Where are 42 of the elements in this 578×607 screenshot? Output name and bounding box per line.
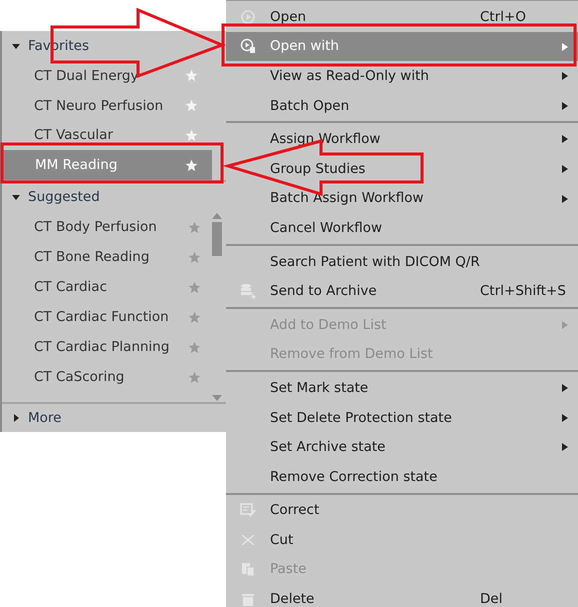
- menu-item[interactable]: Batch Open: [226, 90, 578, 120]
- triangle-icon: [12, 414, 20, 422]
- menu-item[interactable]: Cancel Workflow: [226, 213, 578, 243]
- workflow-item[interactable]: CT Cardiac Function: [2, 302, 211, 332]
- workflow-item[interactable]: CT Cardiac Planning: [2, 332, 211, 362]
- shortcut-text: Del: [480, 591, 504, 607]
- menu-item[interactable]: Batch Assign Workflow: [226, 184, 578, 214]
- scroll-thumb[interactable]: [212, 222, 222, 256]
- database-icon: [240, 283, 256, 300]
- workflow-item[interactable]: CT Vascular: [2, 120, 212, 150]
- menu-item[interactable]: Assign Workflow: [226, 124, 578, 154]
- workflow-item[interactable]: CT CaScoring: [2, 362, 211, 392]
- edit-icon: [240, 502, 256, 518]
- triangle-icon: [12, 193, 20, 202]
- scroll-down-icon: [211, 394, 223, 402]
- section-header[interactable]: Suggested: [2, 182, 226, 212]
- workflow-item[interactable]: CT Dual Energy: [2, 60, 212, 91]
- menu-item[interactable]: Set Archive state: [226, 432, 578, 462]
- menu-item[interactable]: Delete Del: [226, 584, 578, 607]
- play-document-icon: [240, 38, 256, 54]
- workflow-item[interactable]: CT Neuro Perfusion: [2, 90, 212, 121]
- workflow-item[interactable]: CT Cardiac: [2, 272, 211, 302]
- menu-item[interactable]: Cut: [226, 525, 578, 555]
- workflow-item[interactable]: CT Body Perfusion: [2, 212, 211, 242]
- menu-item[interactable]: Correct: [226, 496, 578, 526]
- scissors-icon: [240, 532, 256, 548]
- shortcut-text: Ctrl+Shift+S: [480, 283, 564, 300]
- menu-item[interactable]: Set Delete Protection state: [226, 402, 578, 432]
- workflow-item[interactable]: CT Bone Reading: [2, 242, 211, 272]
- trash-icon: [240, 591, 256, 607]
- section-title: Suggested: [28, 189, 100, 206]
- menu-item[interactable]: Search Patient with DICOM Q/R: [226, 246, 578, 276]
- menu-item[interactable]: Send to Archive Ctrl+Shift+S: [226, 276, 578, 306]
- menu-item[interactable]: View as Read-Only with: [226, 61, 578, 91]
- triangle-icon: [12, 42, 20, 50]
- menu-item[interactable]: Remove Correction state: [226, 462, 578, 492]
- menu-item[interactable]: Set Mark state: [226, 373, 578, 403]
- shortcut-text: Ctrl+O: [480, 8, 527, 25]
- menu-item[interactable]: Group Studies: [226, 154, 578, 184]
- menu-item[interactable]: Open Ctrl+O: [226, 2, 578, 32]
- paste-icon: [240, 561, 256, 578]
- play-icon: [240, 8, 256, 25]
